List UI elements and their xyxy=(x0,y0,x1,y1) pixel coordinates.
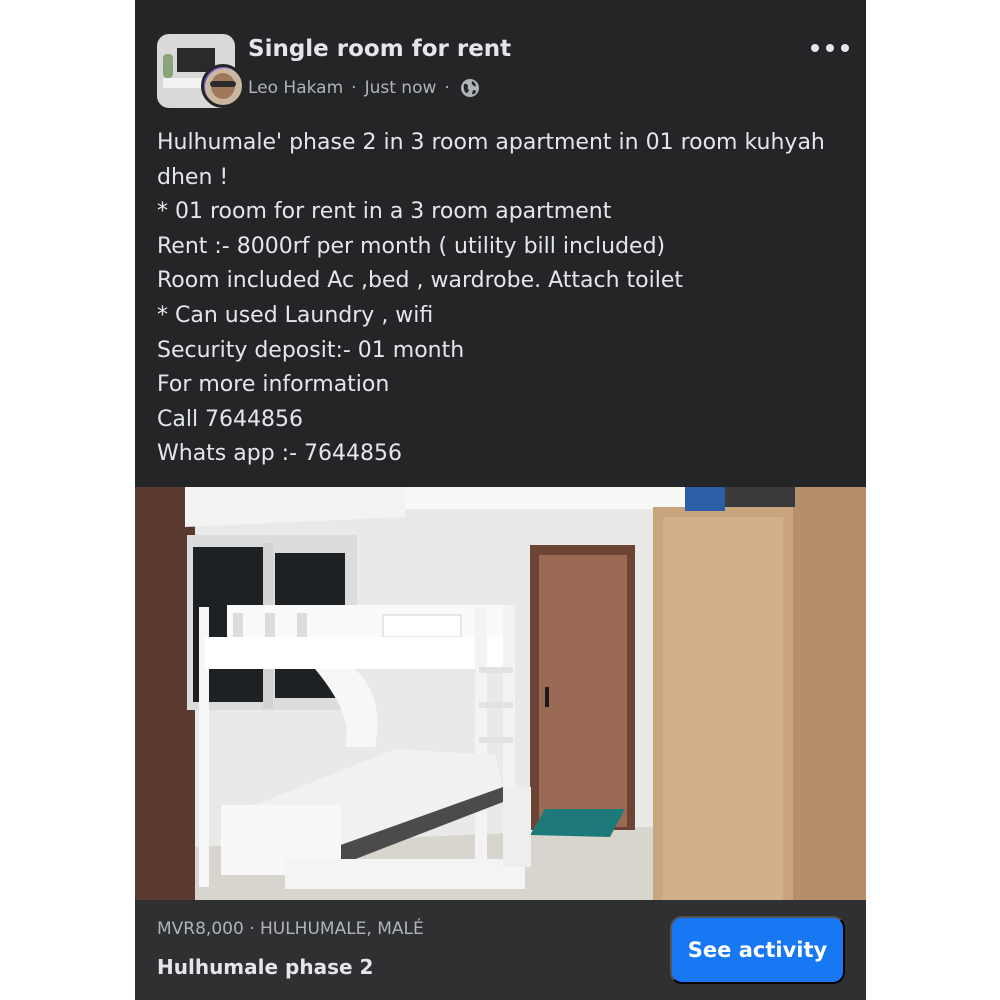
avatar-story-ring xyxy=(204,67,242,105)
post-body-line: * Can used Laundry , wifi xyxy=(157,302,434,328)
post-body: Hulhumale' phase 2 in 3 room apartment i… xyxy=(157,126,847,472)
more-dot xyxy=(826,44,834,52)
post-time[interactable]: Just now xyxy=(365,78,437,98)
author-avatar[interactable] xyxy=(201,64,245,108)
more-dot xyxy=(841,44,849,52)
marketplace-post-card: Single room for rent Leo Hakam · Just no… xyxy=(135,0,866,1000)
listing-price-location: MVR8,000 · HULHUMALE, MALÉ xyxy=(157,919,424,939)
meta-separator: · xyxy=(351,78,357,98)
post-body-line: * 01 room for rent in a 3 room apartment xyxy=(157,199,612,225)
listing-photo[interactable] xyxy=(135,487,866,900)
more-options-icon[interactable] xyxy=(811,38,849,58)
post-title[interactable]: Single room for rent xyxy=(248,36,511,62)
more-dot xyxy=(811,44,819,52)
post-body-line: Hulhumale' phase 2 in 3 room apartment i… xyxy=(157,130,825,155)
author-name[interactable]: Leo Hakam xyxy=(248,78,343,98)
meta-separator: · xyxy=(444,78,450,98)
post-body-line: dhen ! xyxy=(157,164,229,190)
post-body-line: Rent :- 8000rf per month ( utility bill … xyxy=(157,233,666,259)
post-body-line: Room included Ac ,bed , wardrobe. Attach… xyxy=(157,268,684,294)
listing-title[interactable]: Hulhumale phase 2 xyxy=(157,955,373,979)
post-body-line: For more information xyxy=(157,372,390,398)
thumbnail-plant xyxy=(163,54,173,78)
globe-icon xyxy=(460,79,479,97)
post-meta: Leo Hakam · Just now · xyxy=(248,76,480,100)
post-body-line: Security deposit:- 01 month xyxy=(157,337,465,363)
post-body-line: Whats app :- 7644856 xyxy=(157,441,402,467)
post-body-line: Call 7644856 xyxy=(157,406,304,432)
post-header: Single room for rent Leo Hakam · Just no… xyxy=(135,0,866,120)
see-activity-button[interactable]: See activity xyxy=(670,916,845,984)
room-illustration xyxy=(135,487,866,900)
